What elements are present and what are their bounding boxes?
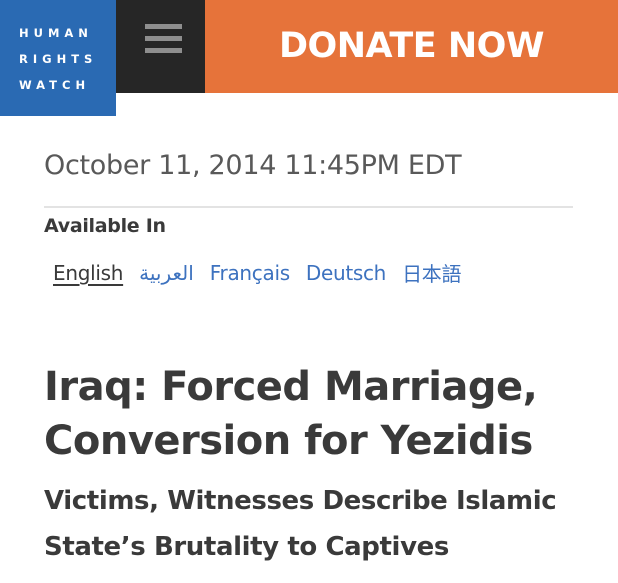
article-date: October 11, 2014 11:45PM EDT (44, 150, 462, 181)
hrw-logo[interactable]: HUMAN RIGHTS WATCH (0, 0, 116, 116)
logo-line-1: HUMAN (19, 26, 93, 40)
donate-now-button[interactable]: DONATE NOW (205, 0, 618, 93)
page: HUMAN RIGHTS WATCH DONATE NOW October 11… (0, 0, 618, 583)
language-link-english[interactable]: English (53, 261, 123, 285)
menu-bar-middle (145, 36, 182, 41)
logo-line-3: WATCH (19, 78, 91, 92)
article-subtitle-line-2: State’s Brutality to Captives (44, 532, 449, 562)
article-title-line-2: Conversion for Yezidis (44, 418, 533, 464)
language-link-german[interactable]: Deutsch (306, 261, 387, 285)
menu-bar-bottom (145, 48, 182, 53)
menu-button[interactable] (116, 0, 205, 93)
language-list: English العربية Français Deutsch 日本語 (53, 258, 477, 287)
article-subtitle: Victims, Witnesses Describe Islamic Stat… (44, 478, 604, 570)
site-header: HUMAN RIGHTS WATCH DONATE NOW (0, 0, 618, 116)
article-subtitle-line-1: Victims, Witnesses Describe Islamic (44, 486, 557, 516)
divider (44, 206, 573, 208)
language-link-arabic[interactable]: العربية (139, 261, 194, 285)
article-title: Iraq: Forced Marriage, Conversion for Ye… (44, 360, 604, 468)
menu-bar-top (145, 24, 182, 29)
language-link-french[interactable]: Français (210, 261, 290, 285)
available-in-label: Available In (44, 215, 166, 237)
language-link-japanese[interactable]: 日本語 (402, 258, 461, 287)
article-title-line-1: Iraq: Forced Marriage, (44, 364, 538, 410)
logo-line-2: RIGHTS (19, 52, 98, 66)
